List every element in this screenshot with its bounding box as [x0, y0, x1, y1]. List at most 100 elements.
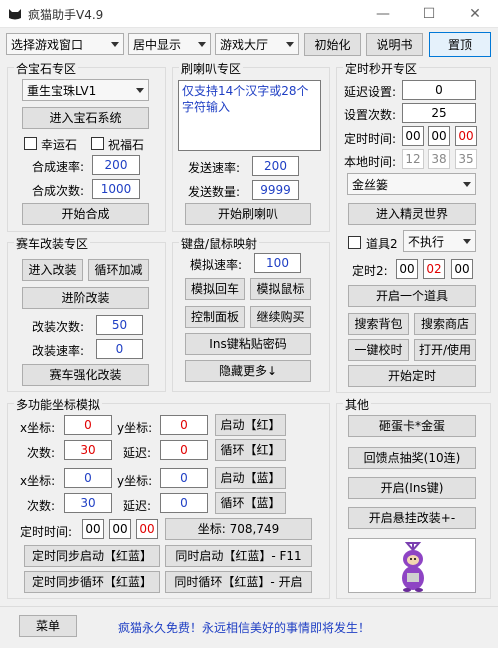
- item-select[interactable]: 金丝篓: [347, 173, 476, 195]
- loop-blue-button[interactable]: 循环【蓝】: [215, 492, 286, 514]
- lobby-value: 游戏大厅: [220, 37, 269, 52]
- mod-times-input[interactable]: 50: [96, 315, 143, 335]
- blue-delay-label: 延迟:: [123, 499, 152, 513]
- multi-coord-group-title: 多功能坐标模拟: [14, 396, 103, 413]
- gem-select[interactable]: 重生宝珠LV1: [22, 79, 149, 101]
- prop2-label: 道具2: [366, 237, 398, 251]
- blue-delay-input[interactable]: 0: [160, 493, 208, 513]
- multi-minute-input[interactable]: 00: [109, 519, 131, 539]
- multi-second-input[interactable]: 00: [136, 519, 158, 539]
- red-delay-input[interactable]: 0: [160, 440, 208, 460]
- init-button[interactable]: 初始化: [304, 33, 361, 56]
- sim-mouse-button[interactable]: 模拟鼠标: [250, 278, 311, 300]
- hide-more-button[interactable]: 隐藏更多↓: [185, 360, 311, 382]
- enter-elf-world-button[interactable]: 进入精灵世界: [348, 203, 476, 225]
- start-horn-button[interactable]: 开始刷喇叭: [185, 203, 311, 225]
- sim-speed-input[interactable]: 100: [254, 253, 301, 273]
- car-group-title: 赛车改装专区: [14, 235, 91, 252]
- minimize-button[interactable]: —: [360, 0, 406, 28]
- teletubby-icon: [402, 542, 424, 592]
- ins-paste-button[interactable]: Ins键粘贴密码: [185, 333, 311, 355]
- blue-y-input[interactable]: 0: [160, 468, 208, 488]
- mod-times-label: 改装次数:: [32, 320, 85, 334]
- advance-mod-button[interactable]: 进阶改装: [22, 287, 149, 309]
- red-count-input[interactable]: 30: [64, 440, 112, 460]
- game-window-value: 选择游戏窗口: [11, 37, 84, 52]
- gem-count-input[interactable]: 1000: [92, 179, 140, 199]
- timer2-minute-input[interactable]: 02: [423, 259, 445, 279]
- enter-gem-button[interactable]: 进入宝石系统: [22, 107, 149, 129]
- strong-mod-button[interactable]: 赛车强化改装: [22, 364, 149, 386]
- gem-group-title: 合宝石专区: [14, 60, 79, 77]
- timer-minute-input[interactable]: 00: [428, 126, 450, 146]
- timer-second-input[interactable]: 00: [455, 126, 477, 146]
- egg-card-button[interactable]: 砸蛋卡*金蛋: [348, 415, 476, 437]
- prop2-select-value: 不执行: [408, 234, 445, 249]
- mod-speed-input[interactable]: 0: [96, 339, 143, 359]
- close-button[interactable]: ✕: [452, 0, 498, 28]
- sim-speed-label: 模拟速率:: [190, 258, 243, 272]
- times-label: 设置次数:: [344, 108, 397, 122]
- chevron-down-icon: [463, 182, 471, 187]
- prop2-checkbox[interactable]: [348, 236, 361, 249]
- horn-speed-input[interactable]: 200: [252, 156, 299, 176]
- maximize-button[interactable]: ☐: [406, 0, 452, 28]
- bless-checkbox[interactable]: [91, 137, 104, 150]
- red-count-label: 次数:: [27, 446, 56, 460]
- simul-start-button[interactable]: 同时启动【红蓝】- F11: [165, 545, 312, 567]
- lobby-select[interactable]: 游戏大厅: [215, 33, 299, 55]
- simul-loop-button[interactable]: 同时循环【红蓝】- 开启: [165, 571, 312, 593]
- horn-count-input[interactable]: 9999: [252, 180, 299, 200]
- suspension-mod-button[interactable]: 开启悬挂改装+-: [348, 507, 476, 529]
- pin-top-button[interactable]: 置顶: [429, 32, 491, 57]
- sync-loop-button[interactable]: 定时同步循环【红蓝】: [24, 571, 160, 593]
- enter-mod-button[interactable]: 进入改装: [22, 259, 83, 281]
- open-prop-button[interactable]: 开启一个道具: [348, 285, 476, 307]
- start-blue-button[interactable]: 启动【蓝】: [215, 467, 286, 489]
- cycle-button[interactable]: 循环加减: [88, 259, 149, 281]
- loop-red-button[interactable]: 循环【红】: [215, 439, 286, 461]
- control-panel-button[interactable]: 控制面板: [185, 306, 245, 328]
- menu-button[interactable]: 菜单: [19, 615, 77, 637]
- multi-hour-input[interactable]: 00: [82, 519, 104, 539]
- timer2-hour-input[interactable]: 00: [396, 259, 418, 279]
- red-y-input[interactable]: 0: [160, 415, 208, 435]
- times-input[interactable]: 25: [402, 103, 476, 123]
- feedback-lottery-button[interactable]: 回馈点抽奖(10连): [348, 447, 476, 469]
- blue-x-label: x坐标:: [20, 474, 56, 488]
- delay-input[interactable]: 0: [402, 80, 476, 100]
- gem-speed-input[interactable]: 200: [92, 155, 140, 175]
- timer-hour-input[interactable]: 00: [402, 126, 424, 146]
- sim-enter-button[interactable]: 模拟回车: [185, 278, 245, 300]
- red-x-input[interactable]: 0: [64, 415, 112, 435]
- lucky-checkbox[interactable]: [24, 137, 37, 150]
- search-shop-button[interactable]: 搜索商店: [414, 313, 476, 335]
- manual-button[interactable]: 说明书: [366, 33, 423, 56]
- game-window-select[interactable]: 选择游戏窗口: [6, 33, 124, 55]
- position-value: 居中显示: [133, 37, 182, 52]
- calibrate-button[interactable]: 一键校时: [348, 339, 409, 361]
- blue-count-input[interactable]: 30: [64, 493, 112, 513]
- key-group-title: 键盘/鼠标映射: [179, 235, 260, 252]
- start-timer-button[interactable]: 开始定时: [348, 365, 476, 387]
- gem-speed-label: 合成速率:: [32, 160, 85, 174]
- prop2-select[interactable]: 不执行: [403, 230, 476, 252]
- position-select[interactable]: 居中显示: [128, 33, 211, 55]
- chevron-down-icon: [136, 88, 144, 93]
- open-use-button[interactable]: 打开/使用: [414, 339, 476, 361]
- timer2-second-input[interactable]: 00: [451, 259, 473, 279]
- multi-time-label: 定时时间:: [20, 525, 73, 539]
- search-bag-button[interactable]: 搜索背包: [348, 313, 409, 335]
- horn-speed-label: 发送速率:: [188, 161, 241, 175]
- local-hour: 12: [402, 149, 424, 169]
- blue-x-input[interactable]: 0: [64, 468, 112, 488]
- continue-buy-button[interactable]: 继续购买: [250, 306, 311, 328]
- sync-start-button[interactable]: 定时同步启动【红蓝】: [24, 545, 160, 567]
- title-bar: 疯猫助手V4.9 — ☐ ✕: [0, 0, 498, 28]
- coord-display-button[interactable]: 坐标: 708,749: [165, 518, 312, 540]
- horn-message-textarea[interactable]: 仅支持14个汉字或28个字符输入: [178, 80, 321, 151]
- gem-select-value: 重生宝珠LV1: [27, 83, 97, 98]
- start-red-button[interactable]: 启动【红】: [215, 414, 286, 436]
- open-ins-button[interactable]: 开启(Ins键): [348, 477, 476, 499]
- start-compose-button[interactable]: 开始合成: [22, 203, 149, 225]
